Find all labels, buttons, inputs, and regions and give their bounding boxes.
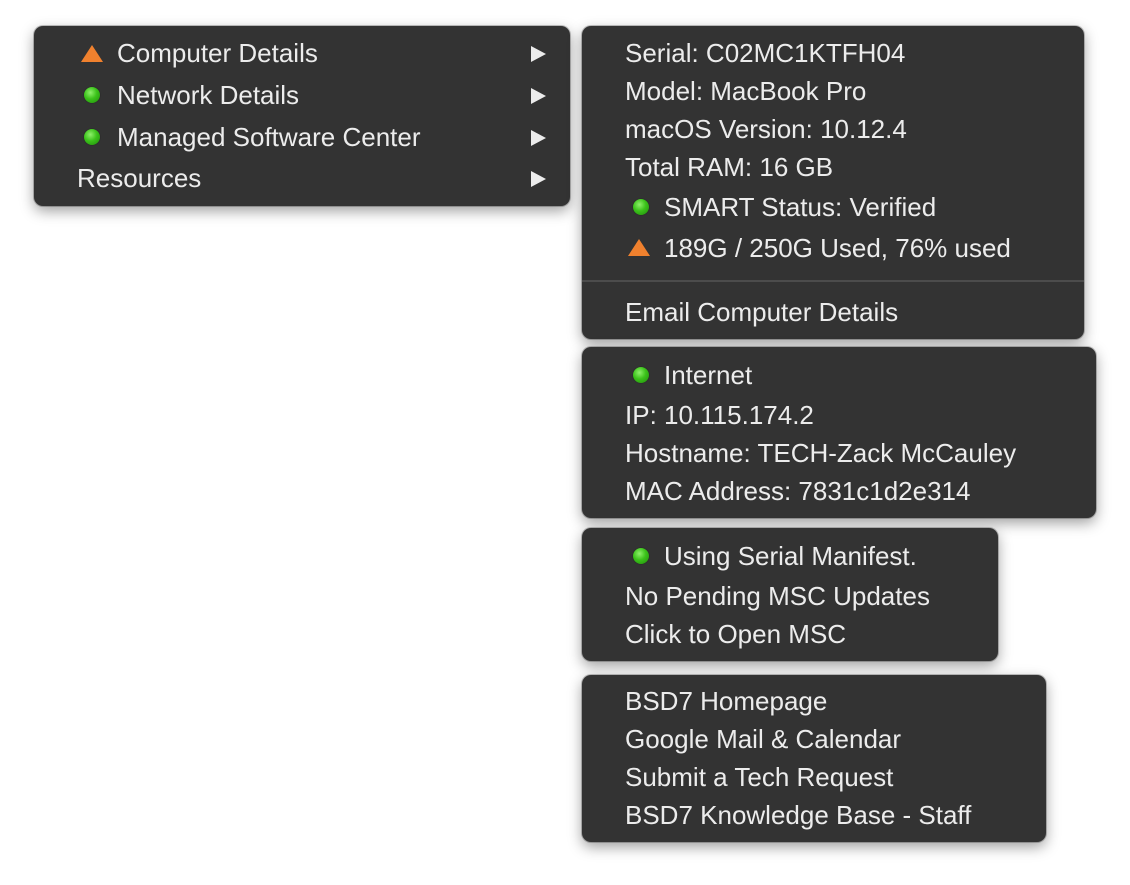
model-label: Model: MacBook Pro [625,76,867,106]
ram-item[interactable]: Total RAM: 16 GB [625,148,833,186]
submenu-arrow-icon [531,130,546,146]
resource-link-google-mail[interactable]: Google Mail & Calendar [625,720,901,758]
menu-item-label: Network Details [117,80,300,110]
menu-item-resources[interactable]: Resources [34,159,570,197]
ram-label: Total RAM: 16 GB [625,152,834,182]
msc-submenu: Using Serial Manifest. No Pending MSC Up… [582,528,998,661]
pending-updates-item[interactable]: No Pending MSC Updates [625,577,930,615]
status-ok-icon [633,199,649,215]
menu-item-label: Computer Details [117,38,318,68]
status-ok-icon [633,548,649,564]
os-version-label: macOS Version: 10.12.4 [625,114,907,144]
status-ok-icon [84,129,100,145]
smart-status-label: SMART Status: Verified [664,192,937,222]
hostname-label: Hostname: TECH-Zack McCauley [625,438,1017,468]
warning-triangle-icon [81,45,103,62]
resource-link-label: Google Mail & Calendar [625,724,902,754]
serial-manifest-item[interactable]: Using Serial Manifest. [582,537,998,575]
resource-link-knowledge-base[interactable]: BSD7 Knowledge Base - Staff [625,796,971,834]
ip-label: IP: 10.115.174.2 [625,400,814,430]
serial-manifest-label: Using Serial Manifest. [664,541,917,571]
status-ok-icon [633,367,649,383]
resources-submenu: BSD7 Homepage Google Mail & Calendar Sub… [582,675,1046,842]
resource-link-label: Submit a Tech Request [625,762,894,792]
network-details-submenu: Internet IP: 10.115.174.2 Hostname: TECH… [582,347,1096,518]
open-msc-label: Click to Open MSC [625,619,847,649]
mac-address-item[interactable]: MAC Address: 7831c1d2e314 [625,472,970,510]
smart-status-item[interactable]: SMART Status: Verified [582,188,1084,226]
serial-label: Serial: C02MC1KTFH04 [625,38,906,68]
menu-item-label: Resources [77,163,202,193]
pending-updates-label: No Pending MSC Updates [625,581,930,611]
disk-usage-item[interactable]: 189G / 250G Used, 76% used [582,229,1084,267]
menu-item-computer-details[interactable]: Computer Details [34,34,570,72]
warning-triangle-icon [628,239,650,256]
hostname-item[interactable]: Hostname: TECH-Zack McCauley [625,434,1016,472]
internet-label: Internet [664,360,753,390]
main-menu: Computer Details Network Details Managed… [34,26,570,206]
computer-details-submenu: Serial: C02MC1KTFH04 Model: MacBook Pro … [582,26,1084,339]
submenu-arrow-icon [531,171,546,187]
mac-address-label: MAC Address: 7831c1d2e314 [625,476,971,506]
disk-usage-label: 189G / 250G Used, 76% used [664,233,1011,263]
resource-link-label: BSD7 Knowledge Base - Staff [625,800,972,830]
resource-link-tech-request[interactable]: Submit a Tech Request [625,758,893,796]
resource-link-label: BSD7 Homepage [625,686,828,716]
model-item[interactable]: Model: MacBook Pro [625,72,866,110]
submenu-arrow-icon [531,88,546,104]
open-msc-item[interactable]: Click to Open MSC [625,615,846,653]
menu-item-managed-software-center[interactable]: Managed Software Center [34,118,570,156]
menu-item-network-details[interactable]: Network Details [34,76,570,114]
resource-link-bsd7-homepage[interactable]: BSD7 Homepage [625,682,827,720]
serial-item[interactable]: Serial: C02MC1KTFH04 [625,34,905,72]
menu-item-label: Managed Software Center [117,122,421,152]
email-computer-details-item[interactable]: Email Computer Details [625,293,898,331]
submenu-arrow-icon [531,46,546,62]
email-computer-details-label: Email Computer Details [625,297,899,327]
ip-item[interactable]: IP: 10.115.174.2 [625,396,814,434]
menu-separator [582,280,1084,282]
os-version-item[interactable]: macOS Version: 10.12.4 [625,110,907,148]
status-ok-icon [84,87,100,103]
internet-item[interactable]: Internet [582,356,1096,394]
